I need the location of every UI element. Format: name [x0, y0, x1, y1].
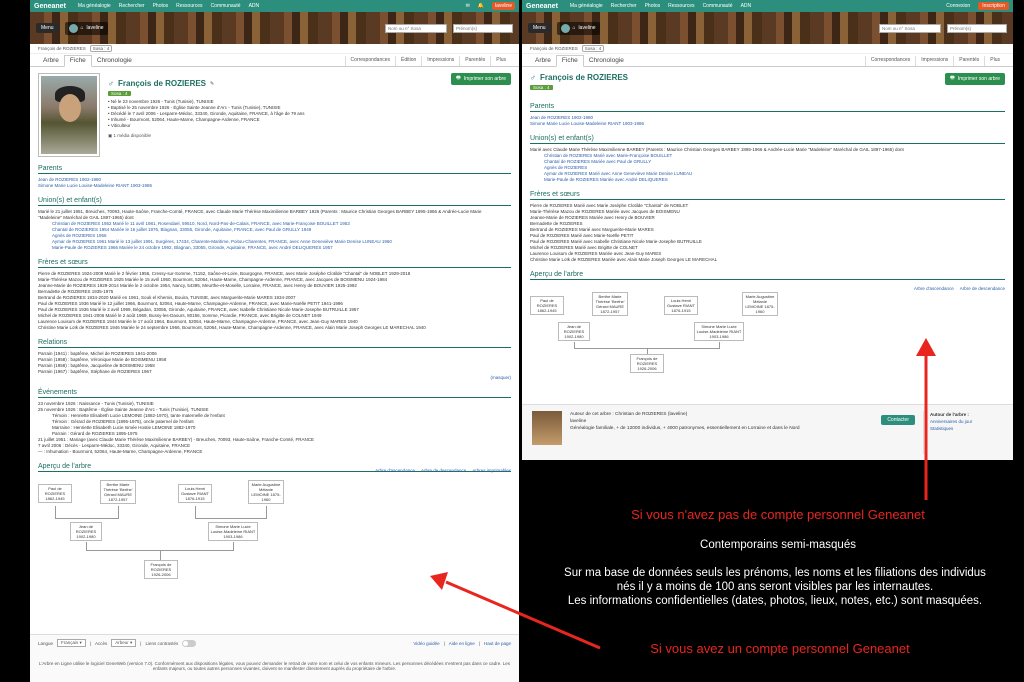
- left-arrow-line: [445, 580, 601, 650]
- up-arrow-head: [916, 338, 936, 356]
- left-arrow-head: [430, 572, 448, 590]
- arrows: [430, 338, 936, 650]
